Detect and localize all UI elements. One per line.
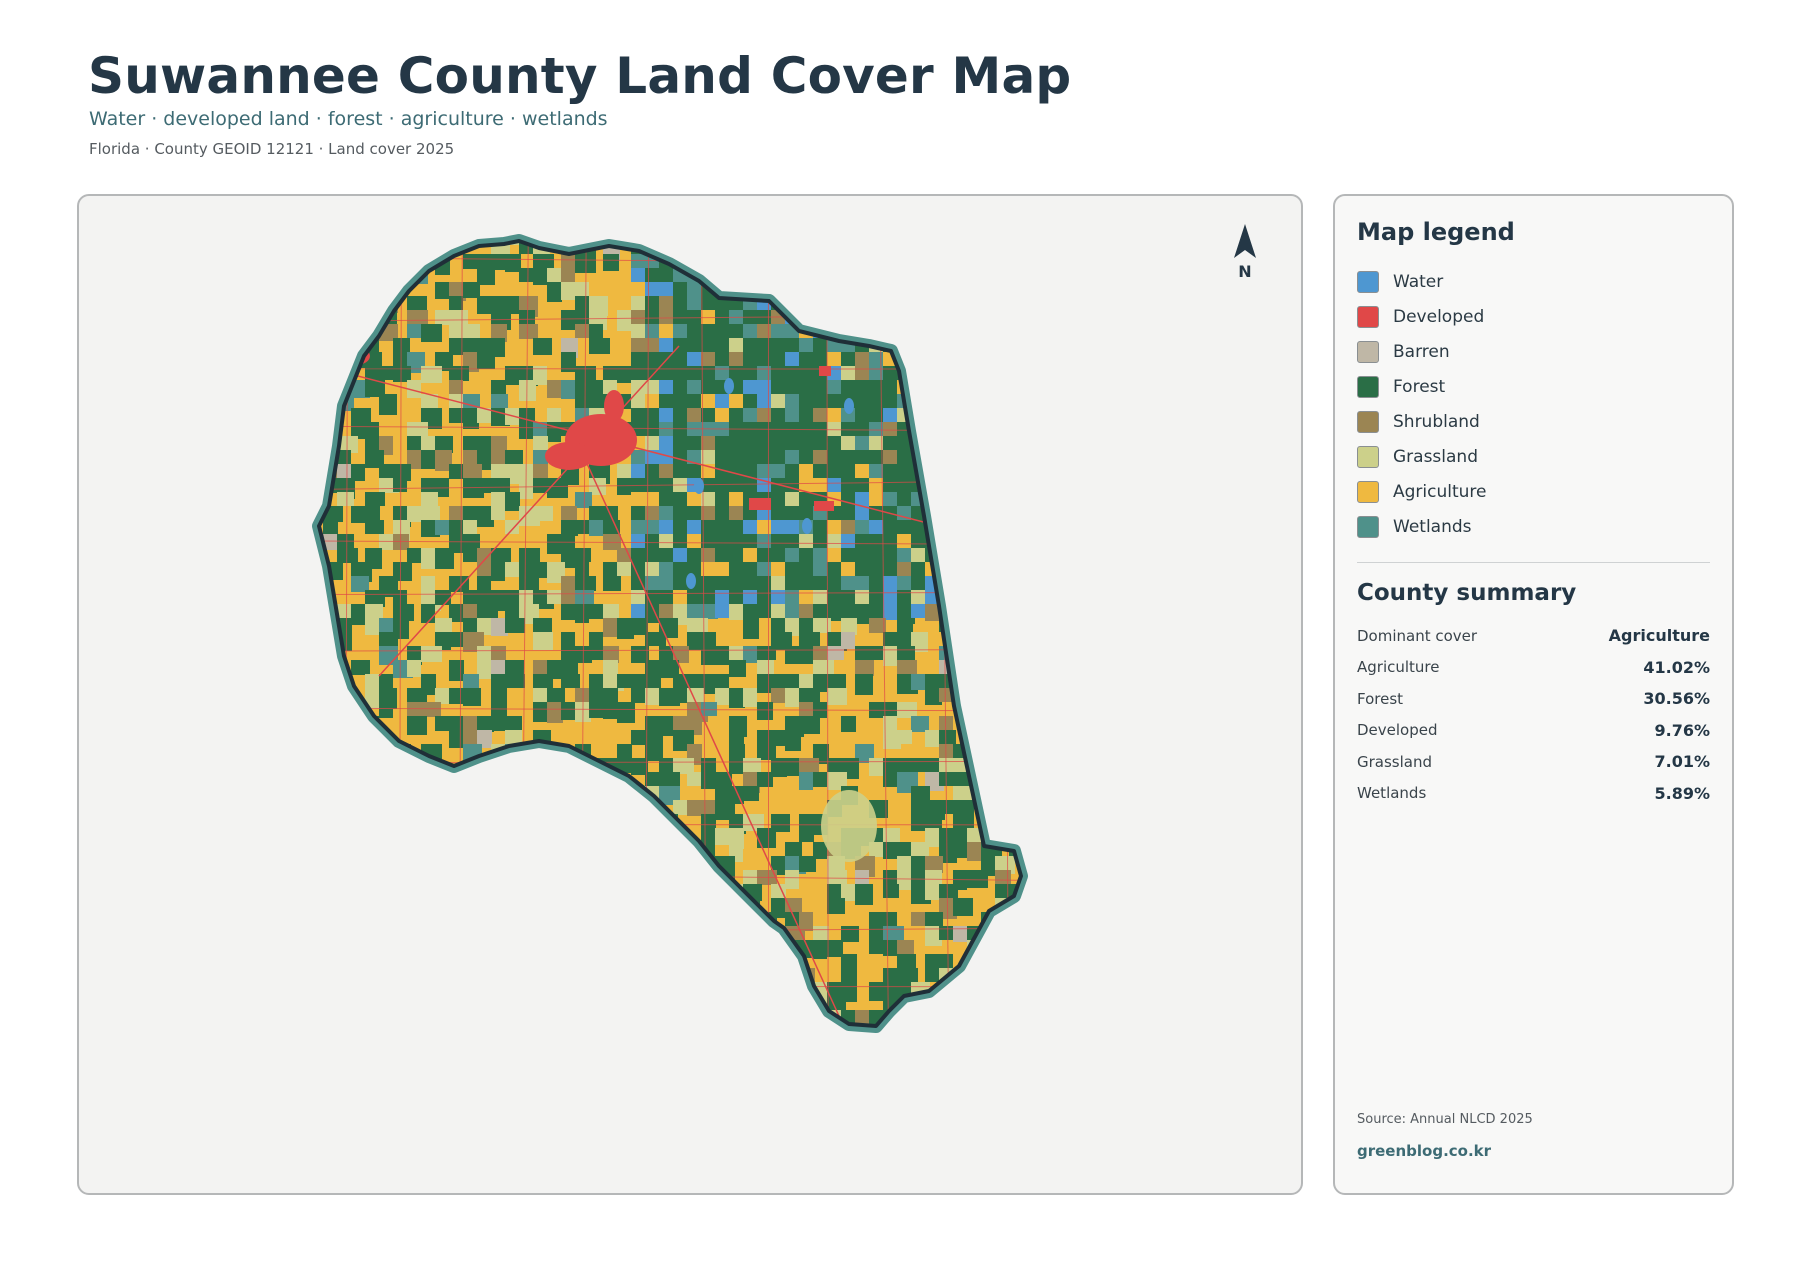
summary-row: Forest 30.56% (1357, 683, 1710, 715)
legend-swatch (1357, 375, 1379, 398)
legend-item-developed: Developed (1357, 299, 1487, 334)
legend-item-wetlands: Wetlands (1357, 509, 1487, 544)
north-arrow: N (1225, 222, 1265, 281)
legend-swatch (1357, 445, 1379, 468)
legend-item-water: Water (1357, 264, 1487, 299)
map-panel[interactable] (77, 194, 1303, 1195)
summary-key: Developed (1357, 721, 1438, 740)
summary-value: 5.89% (1654, 783, 1710, 803)
legend-item-barren: Barren (1357, 334, 1487, 369)
legend-label: Wetlands (1393, 516, 1472, 537)
summary-value: Agriculture (1608, 626, 1710, 646)
summary-key: Forest (1357, 689, 1404, 708)
summary-value: 41.02% (1643, 657, 1710, 677)
legend-label: Developed (1393, 306, 1485, 327)
source-credit: Source: Annual NLCD 2025 (1357, 1112, 1533, 1127)
legend-item-grassland: Grassland (1357, 439, 1487, 474)
legend-title: Map legend (1357, 218, 1515, 246)
legend-swatch (1357, 410, 1379, 433)
legend-item-agriculture: Agriculture (1357, 474, 1487, 509)
summary-row: Developed 9.76% (1357, 715, 1710, 747)
panel-divider (1357, 562, 1710, 563)
page-title: Suwannee County Land Cover Map (88, 47, 1072, 105)
summary-key: Agriculture (1357, 658, 1440, 677)
summary-row: Grassland 7.01% (1357, 746, 1710, 778)
legend-item-shrubland: Shrubland (1357, 404, 1487, 439)
legend-label: Grassland (1393, 446, 1478, 467)
summary-key: Wetlands (1357, 784, 1427, 803)
page-subtitle: Water · developed land · forest · agricu… (89, 108, 608, 130)
legend-list: Water Developed Barren Forest Shrubland … (1357, 264, 1487, 544)
summary-row: Dominant cover Agriculture (1357, 620, 1710, 652)
legend-swatch (1357, 515, 1379, 538)
page-meta: Florida · County GEOID 12121 · Land cove… (89, 140, 455, 158)
north-label: N (1238, 262, 1252, 281)
info-panel: Map legend Water Developed Barren Forest… (1333, 194, 1734, 1195)
legend-label: Water (1393, 271, 1444, 292)
summary-row: Wetlands 5.89% (1357, 778, 1710, 810)
legend-swatch (1357, 480, 1379, 503)
legend-label: Shrubland (1393, 411, 1480, 432)
north-arrow-icon (1234, 224, 1256, 258)
summary-value: 9.76% (1654, 720, 1710, 740)
summary-key: Dominant cover (1357, 626, 1478, 645)
summary-table: Dominant cover Agriculture Agriculture 41.… (1357, 620, 1710, 809)
legend-label: Barren (1393, 341, 1450, 362)
legend-label: Forest (1393, 376, 1446, 397)
land-cover-map[interactable] (79, 196, 1301, 1193)
legend-item-forest: Forest (1357, 369, 1487, 404)
summary-row: Agriculture 41.02% (1357, 652, 1710, 684)
site-link[interactable]: greenblog.co.kr (1357, 1142, 1491, 1160)
legend-swatch (1357, 340, 1379, 363)
legend-swatch (1357, 305, 1379, 328)
summary-value: 7.01% (1654, 752, 1710, 772)
legend-swatch (1357, 270, 1379, 293)
summary-title: County summary (1357, 580, 1577, 606)
summary-value: 30.56% (1643, 689, 1710, 709)
legend-label: Agriculture (1393, 481, 1487, 502)
summary-key: Grassland (1357, 752, 1432, 771)
